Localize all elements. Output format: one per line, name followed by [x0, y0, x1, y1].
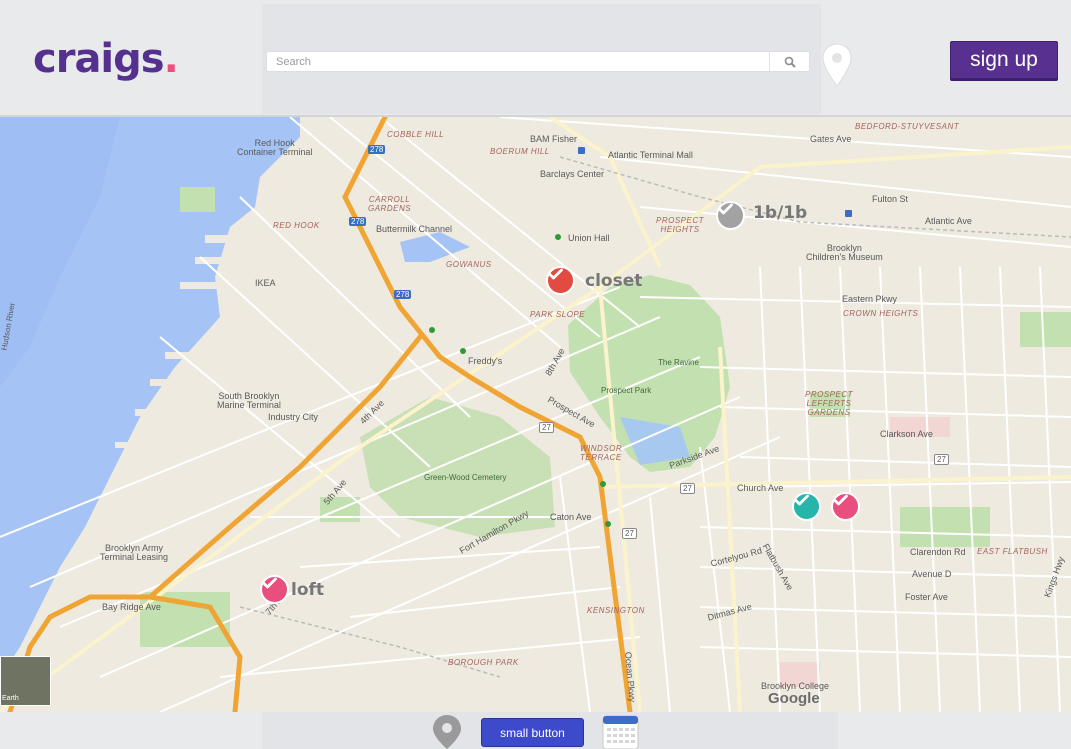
area-label: BOROUGH PARK: [448, 658, 519, 667]
earth-label: Earth: [2, 695, 19, 702]
place-label: Buttermilk Channel: [376, 224, 453, 234]
street-label: Avenue D: [912, 569, 952, 579]
route-shield: 27: [539, 422, 554, 433]
route-shield: 27: [622, 528, 637, 539]
street-label: Bay Ridge Ave: [102, 602, 161, 612]
street-label: Foster Ave: [905, 592, 948, 602]
google-attribution: Google: [768, 690, 820, 707]
place-label: Atlantic Terminal Mall: [608, 150, 693, 160]
check-icon: [794, 494, 809, 506]
place-label: Barclays Center: [540, 169, 605, 179]
street-label: Eastern Pkwy: [842, 294, 898, 304]
location-pin-icon[interactable]: [822, 43, 852, 87]
street-label: Clarkson Ave: [880, 429, 933, 439]
check-icon: [833, 494, 848, 506]
place-label: IKEA: [255, 278, 276, 288]
earth-view-thumbnail[interactable]: Earth: [0, 656, 51, 706]
search-bar: [266, 51, 810, 72]
route-shield: 278: [349, 217, 367, 226]
street-label: Clarendon Rd: [910, 547, 966, 557]
area-label: KENSINGTON: [587, 606, 645, 615]
area-label: PARK SLOPE: [530, 310, 586, 319]
area-label: BEDFORD-STUYVESANT: [855, 122, 960, 131]
search-input[interactable]: [267, 52, 767, 71]
area-label: WINDSOR TERRACE: [580, 444, 623, 462]
check-icon: [262, 577, 277, 589]
street-label: Gates Ave: [810, 134, 852, 144]
place-label: Industry City: [268, 412, 319, 422]
place-label: Brooklyn Army Terminal Leasing: [100, 543, 169, 562]
route-shield: 27: [680, 483, 695, 494]
listing-marker-pink[interactable]: [831, 492, 860, 521]
listing-marker-closet[interactable]: [546, 266, 575, 295]
app-root: craigs. sign up: [0, 0, 1071, 749]
street-label: Caton Ave: [550, 512, 592, 522]
area-label: COBBLE HILL: [387, 130, 445, 139]
listing-label-closet[interactable]: closet: [585, 271, 642, 291]
park-label: Prospect Park: [601, 386, 652, 395]
map-base: [0, 117, 1071, 712]
area-label: PROSPECT LEFFERTS GARDENS: [805, 390, 854, 417]
listing-marker-teal[interactable]: [792, 492, 821, 521]
listing-marker-1b1b[interactable]: [716, 201, 745, 230]
area-label: BOERUM HILL: [490, 147, 550, 156]
logo-text: craigs: [33, 36, 165, 82]
small-button[interactable]: small button: [481, 718, 584, 747]
area-label: EAST FLATBUSH: [977, 547, 1048, 556]
signup-button[interactable]: sign up: [950, 41, 1058, 79]
route-shield: 278: [394, 290, 412, 299]
listing-label-loft[interactable]: loft: [291, 580, 324, 600]
place-label: Union Hall: [568, 233, 610, 243]
listing-label-1b1b[interactable]: 1b/1b: [753, 203, 807, 223]
area-label: GOWANUS: [446, 260, 492, 269]
place-label: Brooklyn Children's Museum: [806, 243, 883, 262]
street-label: Fulton St: [872, 194, 909, 204]
area-label: RED HOOK: [273, 221, 320, 230]
area-label: CROWN HEIGHTS: [843, 309, 919, 318]
place-label: Red Hook Container Terminal: [237, 138, 313, 157]
area-label: CARROLL GARDENS: [368, 195, 412, 213]
search-icon: [784, 56, 796, 68]
check-icon: [548, 268, 563, 280]
route-shield: 27: [934, 454, 949, 465]
street-label: Atlantic Ave: [925, 216, 972, 226]
map-view[interactable]: 278 278 278 27 27 27 27 Red Hook Contain…: [0, 117, 1071, 712]
area-label: PROSPECT HEIGHTS: [656, 216, 705, 234]
street-label: Church Ave: [737, 483, 784, 493]
park-label: Green-Wood Cemetery: [424, 473, 507, 482]
park-label: The Ravine: [658, 358, 699, 367]
place-label: BAM Fisher: [530, 134, 578, 144]
listing-marker-loft[interactable]: [260, 575, 289, 604]
check-icon: [718, 203, 733, 215]
place-label: Freddy's: [468, 356, 503, 366]
place-label: South Brooklyn Marine Terminal: [217, 391, 281, 410]
calendar-icon[interactable]: [602, 715, 639, 749]
search-button[interactable]: [769, 52, 809, 71]
logo-dot: .: [163, 36, 179, 82]
header: craigs. sign up: [0, 0, 1071, 117]
logo[interactable]: craigs.: [33, 36, 179, 82]
route-shield: 278: [368, 145, 386, 154]
location-pin-icon[interactable]: [428, 714, 466, 749]
